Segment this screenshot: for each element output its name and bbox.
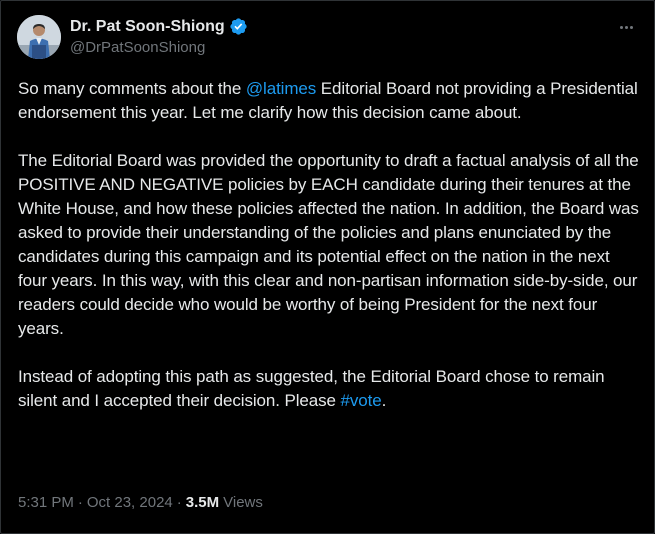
tweet-paragraph-2: The Editorial Board was provided the opp… (18, 151, 639, 338)
more-horizontal-icon-dot (629, 25, 633, 29)
mention-link[interactable]: @latimes (246, 79, 316, 98)
views-count: 3.5M (185, 494, 220, 511)
paragraph-text: So many comments about the (18, 79, 246, 98)
paragraph-text: Instead of adopting this path as suggest… (18, 367, 605, 410)
hashtag-link[interactable]: #vote (340, 391, 381, 410)
tweet-time[interactable]: 5:31 PM (18, 494, 74, 511)
tweet-card: Dr. Pat Soon-Shiong @DrPatSoonShiong So … (0, 0, 655, 534)
views-label: Views (223, 494, 263, 511)
display-name-row: Dr. Pat Soon-Shiong (70, 16, 248, 37)
tweet-meta: 5:31 PM · Oct 23, 2024 · 3.5M Views (18, 494, 263, 511)
more-options-button[interactable] (614, 17, 638, 37)
more-horizontal-icon (619, 25, 623, 29)
display-name[interactable]: Dr. Pat Soon-Shiong (70, 18, 225, 36)
meta-separator: · (77, 494, 83, 511)
profile-photo-icon (17, 15, 61, 59)
meta-separator: · (176, 494, 182, 511)
avatar[interactable] (17, 15, 61, 59)
paragraph-text: . (381, 391, 387, 410)
author-names: Dr. Pat Soon-Shiong @DrPatSoonShiong (70, 16, 248, 56)
tweet-header: Dr. Pat Soon-Shiong @DrPatSoonShiong (17, 15, 638, 63)
more-horizontal-icon-dot (624, 25, 628, 29)
tweet-paragraph-3: Instead of adopting this path as suggest… (18, 365, 643, 413)
author-handle[interactable]: @DrPatSoonShiong (70, 39, 248, 56)
verified-badge-icon (229, 17, 248, 36)
tweet-text: So many comments about the @latimes Edit… (18, 77, 643, 437)
tweet-date[interactable]: Oct 23, 2024 (87, 494, 173, 511)
tweet-paragraph-1: So many comments about the @latimes Edit… (18, 77, 643, 125)
